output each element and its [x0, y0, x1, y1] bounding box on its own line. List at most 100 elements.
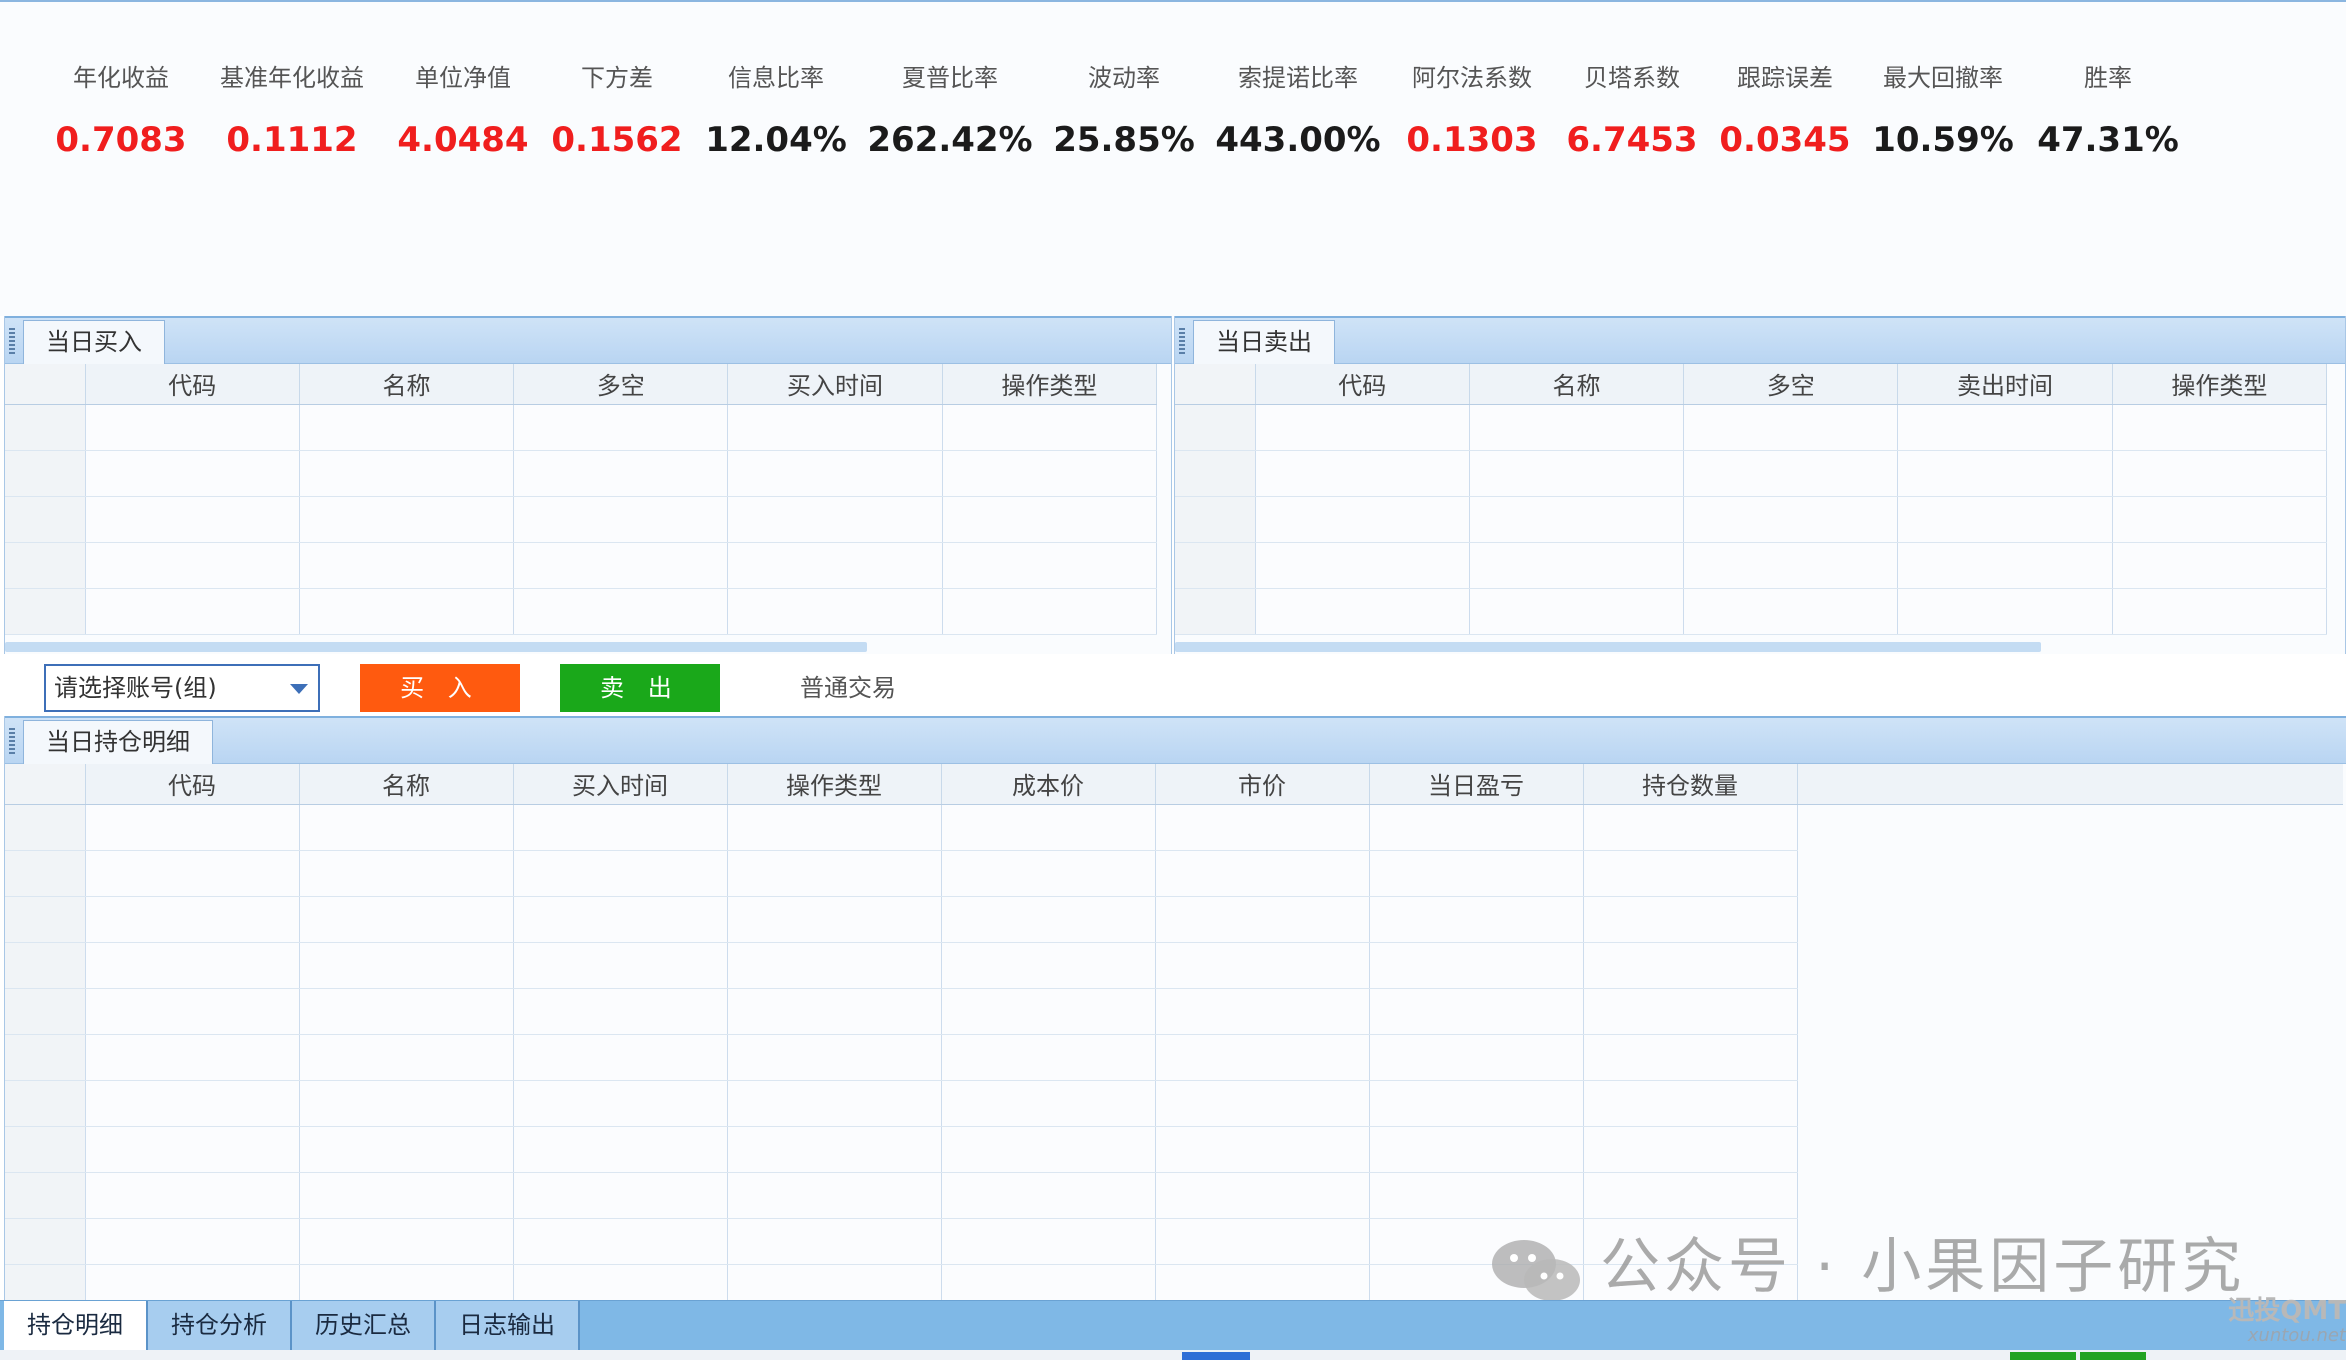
table-row[interactable] — [5, 896, 2343, 943]
table-cell[interactable] — [1369, 804, 1584, 851]
table-cell[interactable] — [942, 542, 1158, 589]
table-cell[interactable] — [1583, 804, 1798, 851]
table-cell[interactable] — [727, 1218, 942, 1265]
table-cell[interactable] — [941, 850, 1156, 897]
row-header[interactable] — [5, 988, 86, 1035]
table-cell[interactable] — [727, 496, 943, 543]
table-row[interactable] — [5, 1080, 2343, 1127]
table-cell[interactable] — [1155, 1126, 1370, 1173]
table-cell[interactable] — [1583, 942, 1798, 989]
table-cell[interactable] — [513, 850, 728, 897]
table-cell[interactable] — [727, 804, 942, 851]
column-header[interactable]: 操作类型 — [942, 364, 1158, 405]
row-header[interactable] — [5, 1034, 86, 1081]
table-cell[interactable] — [727, 542, 943, 589]
table-cell[interactable] — [299, 804, 514, 851]
tab-today-buy[interactable]: 当日买入 — [23, 320, 165, 364]
chevron-down-icon[interactable] — [290, 684, 308, 694]
table-cell[interactable] — [1469, 542, 1685, 589]
table-cell[interactable] — [1369, 850, 1584, 897]
table-cell[interactable] — [85, 450, 300, 497]
table-cell[interactable] — [85, 988, 300, 1035]
table-cell[interactable] — [1469, 588, 1685, 635]
table-cell[interactable] — [2112, 450, 2328, 497]
table-row[interactable] — [1175, 404, 2328, 451]
table-cell[interactable] — [1583, 1080, 1798, 1127]
table-cell[interactable] — [513, 1218, 728, 1265]
row-header[interactable] — [5, 896, 86, 943]
table-cell[interactable] — [299, 1034, 514, 1081]
table-row[interactable] — [5, 404, 1158, 451]
table-cell[interactable] — [1255, 404, 1470, 451]
row-header[interactable] — [5, 804, 86, 851]
table-cell[interactable] — [727, 1080, 942, 1127]
buy-horizontal-scrollbar[interactable] — [5, 642, 867, 652]
table-row[interactable] — [5, 850, 2343, 897]
table-cell[interactable] — [941, 804, 1156, 851]
table-cell[interactable] — [941, 988, 1156, 1035]
table-cell[interactable] — [1255, 542, 1470, 589]
table-cell[interactable] — [299, 404, 515, 451]
table-cell[interactable] — [513, 496, 729, 543]
table-cell[interactable] — [513, 542, 729, 589]
table-row[interactable] — [5, 804, 2343, 851]
table-cell[interactable] — [1583, 1172, 1798, 1219]
row-header[interactable] — [5, 942, 86, 989]
table-cell[interactable] — [1155, 942, 1370, 989]
column-header[interactable]: 代码 — [85, 364, 300, 405]
bottom-tab[interactable]: 持仓分析 — [148, 1301, 292, 1351]
table-row[interactable] — [1175, 542, 2328, 589]
column-header[interactable]: 成本价 — [941, 764, 1156, 805]
table-row[interactable] — [5, 988, 2343, 1035]
table-cell[interactable] — [1583, 988, 1798, 1035]
table-row[interactable] — [5, 1126, 2343, 1173]
row-header[interactable] — [5, 1126, 86, 1173]
account-select[interactable]: 请选择账号(组) — [44, 664, 320, 712]
table-cell[interactable] — [85, 850, 300, 897]
table-cell[interactable] — [2112, 496, 2328, 543]
table-cell[interactable] — [1897, 588, 2113, 635]
row-header[interactable] — [5, 1218, 86, 1265]
table-cell[interactable] — [85, 1218, 300, 1265]
table-cell[interactable] — [727, 1034, 942, 1081]
table-cell[interactable] — [1369, 942, 1584, 989]
table-cell[interactable] — [1255, 496, 1470, 543]
column-header[interactable]: 名称 — [1469, 364, 1685, 405]
table-cell[interactable] — [85, 1126, 300, 1173]
table-cell[interactable] — [942, 450, 1158, 497]
table-cell[interactable] — [85, 1034, 300, 1081]
table-cell[interactable] — [1897, 404, 2113, 451]
table-cell[interactable] — [2112, 588, 2328, 635]
drag-grip-icon[interactable] — [9, 328, 15, 354]
table-cell[interactable] — [513, 988, 728, 1035]
table-cell[interactable] — [513, 896, 728, 943]
table-cell[interactable] — [1369, 1126, 1584, 1173]
table-cell[interactable] — [1469, 404, 1685, 451]
column-header[interactable]: 多空 — [513, 364, 729, 405]
table-cell[interactable] — [942, 588, 1158, 635]
table-row[interactable] — [5, 588, 1158, 635]
table-cell[interactable] — [299, 1218, 514, 1265]
table-cell[interactable] — [941, 1126, 1156, 1173]
table-cell[interactable] — [1583, 850, 1798, 897]
table-cell[interactable] — [2112, 542, 2328, 589]
table-cell[interactable] — [1369, 988, 1584, 1035]
table-cell[interactable] — [513, 450, 729, 497]
buy-table[interactable]: 代码 名称 多空 买入时间 操作类型 — [5, 364, 1158, 635]
table-cell[interactable] — [513, 588, 729, 635]
table-cell[interactable] — [1155, 804, 1370, 851]
positions-table[interactable]: 代码 名称 买入时间 操作类型 成本价 市价 当日盈亏 持仓数量 — [5, 764, 2343, 1311]
table-row[interactable] — [1175, 450, 2328, 497]
table-cell[interactable] — [1255, 450, 1470, 497]
row-header[interactable] — [1175, 588, 1256, 635]
table-cell[interactable] — [299, 1080, 514, 1127]
table-cell[interactable] — [1583, 1126, 1798, 1173]
table-cell[interactable] — [941, 1080, 1156, 1127]
table-cell[interactable] — [1683, 450, 1899, 497]
column-header[interactable]: 市价 — [1155, 764, 1370, 805]
table-cell[interactable] — [727, 404, 943, 451]
table-cell[interactable] — [1155, 988, 1370, 1035]
table-cell[interactable] — [513, 1080, 728, 1127]
row-header[interactable] — [5, 404, 86, 451]
table-cell[interactable] — [1369, 1172, 1584, 1219]
